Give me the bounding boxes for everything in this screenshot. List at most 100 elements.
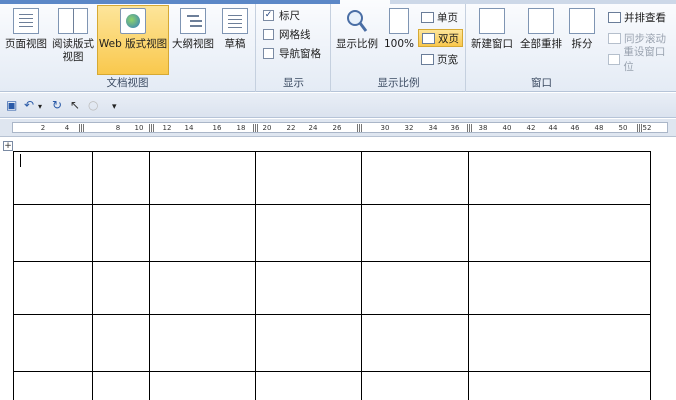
gridlines-checkbox-label: 网格线 [279,28,311,41]
redo-icon[interactable]: ↻ [52,97,62,113]
ruler-column-marker[interactable] [79,124,84,132]
split-label: 拆分 [571,38,593,50]
arrange-all-button[interactable]: 全部重排 [517,6,565,74]
table-cell[interactable] [149,204,256,262]
hundred-percent-icon [389,8,409,34]
outline-view-icon [180,8,206,34]
ruler-tick-label: 26 [332,124,342,132]
group-zoom: 显示比例 100% 单页 双页 页宽 显示比例 [332,4,466,92]
ruler-tick-label: 20 [262,124,272,132]
ruler-tick-label: 22 [286,124,296,132]
draft-view-label: 草稿 [224,38,246,50]
sync-scroll-icon [608,32,621,44]
zoom-100-button[interactable]: 100% [382,6,416,74]
gridlines-checkbox[interactable]: 网格线 [263,26,311,42]
ruler-column-marker[interactable] [149,124,154,132]
table-cell[interactable] [92,204,150,262]
window-group-label: 窗口 [531,77,552,89]
table-cell[interactable] [361,151,469,205]
table-cell[interactable] [468,151,651,205]
horizontal-ruler[interactable]: 2 4 8 10 12 14 16 18 20 22 24 26 30 32 34 36 38 40 42 44 46 4… [0,119,676,137]
ruler-tick-label: 50 [618,124,628,132]
two-pages-button[interactable]: 双页 [418,29,463,47]
table-cell[interactable] [149,371,256,400]
two-pages-icon [422,32,435,44]
zoom-label: 显示比例 [336,38,378,50]
new-window-button[interactable]: 新建窗口 [469,6,515,74]
ruler-tick-label: 34 [428,124,438,132]
reset-window-position-button[interactable]: 重设窗口位 [605,46,676,73]
ruler-tick-label: 40 [502,124,512,132]
ruler-tick-label: 4 [64,124,70,132]
table-cell[interactable] [92,314,150,372]
split-button[interactable]: 拆分 [567,6,597,74]
table-cell[interactable] [468,261,651,315]
navigation-pane-checkbox-label: 导航窗格 [279,47,321,60]
ruler-column-marker[interactable] [357,124,362,132]
view-side-by-side-button[interactable]: 并排查看 [605,8,669,26]
outline-view-button[interactable]: 大纲视图 [171,6,215,74]
table-cell[interactable] [361,314,469,372]
outline-view-label: 大纲视图 [172,38,214,50]
table-row [13,204,651,262]
table-cell[interactable] [468,371,651,400]
magnifier-icon [344,8,370,34]
ruler-checkbox[interactable]: ✓ 标尺 [263,7,300,23]
table-cell[interactable] [92,261,150,315]
ruler-column-marker[interactable] [253,124,258,132]
table-cell[interactable] [13,151,93,205]
page-width-label: 页宽 [437,53,458,66]
table-cell[interactable] [92,371,150,400]
page-width-button[interactable]: 页宽 [418,50,461,68]
table-cell[interactable] [361,261,469,315]
ruler-column-marker[interactable] [467,124,472,132]
arrange-all-icon [528,8,554,34]
ruler-tick-label: 44 [548,124,558,132]
document-table[interactable] [13,151,651,400]
customize-toolbar-icon[interactable]: ▾ [112,99,117,115]
ruler-tick-label: 38 [478,124,488,132]
undo-dropdown-icon[interactable]: ▾ [38,99,42,115]
save-icon[interactable]: ▣ [6,97,17,113]
side-by-side-icon [608,11,621,23]
table-cell[interactable] [468,314,651,372]
table-cell[interactable] [13,371,93,400]
table-move-handle-icon[interactable]: + [3,141,13,151]
ruler-tick-label: 32 [404,124,414,132]
reset-position-label: 重设窗口位 [623,46,666,73]
quick-access-toolbar: ▣ ↶ ▾ ↻ ↖ ○ ▾ [0,93,676,118]
ruler-column-marker[interactable] [637,124,642,132]
table-cell[interactable] [149,314,256,372]
table-cell[interactable] [468,204,651,262]
table-cell[interactable] [255,204,362,262]
table-cell[interactable] [149,261,256,315]
zoom-button[interactable]: 显示比例 [334,6,380,74]
group-show: ✓ 标尺 网格线 导航窗格 显示 [257,4,331,92]
checkbox-unchecked-icon [263,47,274,59]
draft-view-button[interactable]: 草稿 [217,6,253,74]
navigation-pane-checkbox[interactable]: 导航窗格 [263,45,321,61]
table-cell[interactable] [255,261,362,315]
table-cell[interactable] [92,151,150,205]
page-view-button[interactable]: 页面视图 [4,6,48,74]
web-view-label: Web 版式视图 [98,38,168,50]
reset-position-icon [608,53,621,65]
table-cell[interactable] [255,314,362,372]
one-page-button[interactable]: 单页 [418,8,461,26]
document-area[interactable]: + [0,138,676,400]
web-view-icon [120,8,146,34]
table-cell[interactable] [13,261,93,315]
undo-icon[interactable]: ↶ [24,97,34,113]
table-cell[interactable] [361,371,469,400]
ruler-tick-label: 14 [184,124,194,132]
table-cell[interactable] [255,151,362,205]
web-view-button[interactable]: Web 版式视图 [97,5,169,75]
table-cell[interactable] [13,314,93,372]
table-cell[interactable] [361,204,469,262]
ruler-tick-label: 42 [526,124,536,132]
reading-view-button[interactable]: 阅读版式 视图 [50,6,96,74]
table-cell[interactable] [255,371,362,400]
table-cell[interactable] [13,204,93,262]
pointer-icon[interactable]: ↖ [70,97,80,113]
table-cell[interactable] [149,151,256,205]
